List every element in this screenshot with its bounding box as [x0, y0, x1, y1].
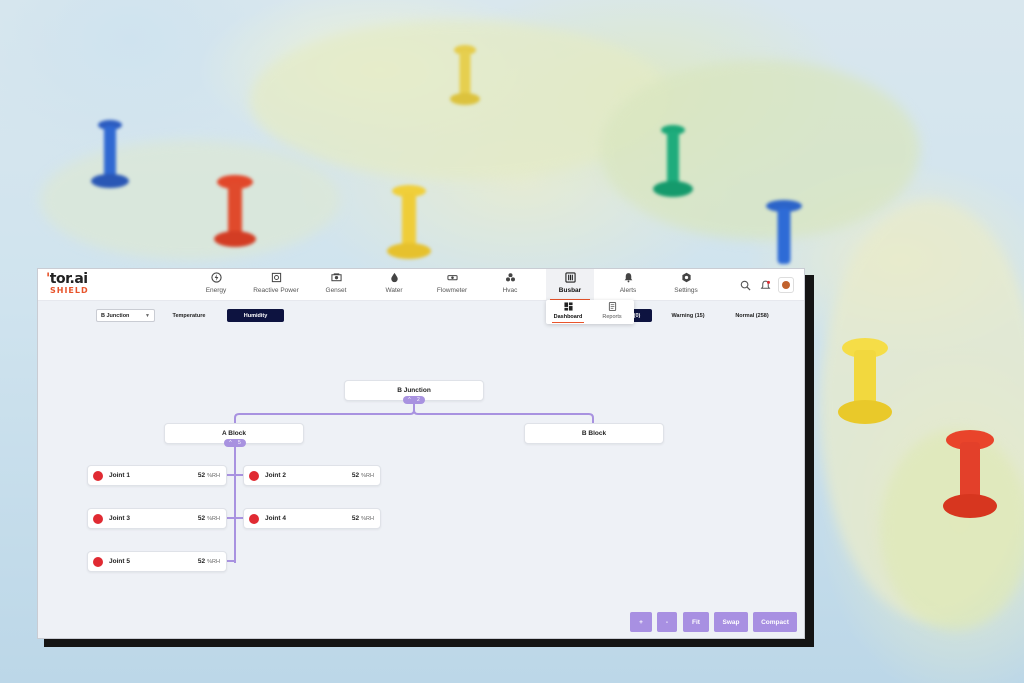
- brand-product: SHIELD: [50, 286, 89, 295]
- nav-label: Flowmeter: [436, 287, 468, 294]
- status-filter-normal[interactable]: Normal (258): [728, 309, 776, 322]
- yellow-pin: [836, 338, 894, 428]
- zoom-in-button[interactable]: +: [630, 612, 652, 632]
- nav-energy[interactable]: Energy: [198, 271, 234, 299]
- joint-reading: 52 %RH: [351, 472, 374, 479]
- reactive-power-icon: [271, 272, 281, 283]
- busbar-icon: [564, 272, 576, 283]
- collapse-toggle[interactable]: ^ 5: [224, 439, 246, 447]
- status-critical-dot: [93, 514, 103, 524]
- topbar-actions: [738, 276, 794, 294]
- nav-label: Hvac: [502, 287, 518, 294]
- tab-humidity[interactable]: Humidity: [227, 309, 284, 322]
- joint-reading: 52 %RH: [351, 515, 374, 522]
- status-critical-dot: [93, 557, 103, 567]
- joint-card[interactable]: Joint 4 52 %RH: [243, 508, 381, 529]
- brand-name: 'tor.ai: [46, 271, 88, 287]
- junction-select-value: B Junction: [101, 313, 130, 319]
- joint-reading: 52 %RH: [197, 558, 220, 565]
- joint-card[interactable]: Joint 5 52 %RH: [87, 551, 227, 572]
- dashboard-icon: [563, 302, 573, 311]
- nav-label: Settings: [674, 287, 698, 294]
- hvac-icon: [505, 273, 515, 282]
- status-critical-dot: [93, 471, 103, 481]
- brand-logo[interactable]: 'tor.ai SHIELD: [46, 272, 106, 298]
- nav-label: Busbar: [558, 287, 582, 294]
- node-label: A Block: [222, 430, 246, 437]
- yellow-pin: [385, 185, 433, 267]
- green-pin: [650, 125, 696, 203]
- genset-icon: [330, 273, 342, 282]
- dropdown-caret-icon: ▼: [145, 313, 150, 319]
- joint-name: Joint 2: [265, 472, 286, 479]
- chevron-up-icon: ^: [408, 397, 411, 403]
- blue-pin: [762, 200, 806, 275]
- reports-icon: [608, 302, 616, 311]
- nav-label: Genset: [325, 287, 347, 294]
- nav-alerts[interactable]: Alerts: [610, 271, 646, 299]
- flowmeter-icon: [446, 275, 458, 281]
- nav-label: Reactive Power: [253, 287, 299, 294]
- nav-busbar[interactable]: Busbar: [550, 271, 590, 301]
- red-pin: [212, 175, 258, 255]
- status-filter-warning[interactable]: Warning (15): [664, 309, 712, 322]
- submenu-reports[interactable]: Reports: [592, 302, 632, 320]
- red-pin: [940, 430, 1000, 522]
- energy-icon: [210, 272, 222, 283]
- joint-name: Joint 4: [265, 515, 286, 522]
- joint-card[interactable]: Joint 3 52 %RH: [87, 508, 227, 529]
- joint-reading: 52 %RH: [197, 472, 220, 479]
- settings-icon: [681, 272, 691, 283]
- submenu-label: Dashboard: [553, 314, 583, 320]
- submenu-dashboard[interactable]: Dashboard: [548, 302, 588, 323]
- avatar[interactable]: [778, 277, 794, 293]
- joint-name: Joint 1: [109, 472, 130, 479]
- nav-flowmeter[interactable]: Flowmeter: [432, 271, 472, 299]
- node-label: B Junction: [397, 387, 431, 394]
- nav-hvac[interactable]: Hvac: [494, 271, 526, 299]
- fit-button[interactable]: Fit: [683, 612, 709, 632]
- blue-pin: [88, 120, 132, 195]
- nav-reactive-power[interactable]: Reactive Power: [250, 271, 302, 299]
- status-critical-dot: [249, 514, 259, 524]
- child-count: 2: [416, 397, 420, 403]
- tree-node-b-block[interactable]: B Block: [524, 423, 664, 444]
- swap-button[interactable]: Swap: [714, 612, 748, 632]
- joint-reading: 52 %RH: [197, 515, 220, 522]
- water-drop-icon: [390, 272, 398, 283]
- tree-connectors: [227, 400, 594, 563]
- bell-icon: [624, 273, 632, 283]
- joint-card[interactable]: Joint 1 52 %RH: [87, 465, 227, 486]
- collapse-toggle[interactable]: ^ 2: [403, 396, 425, 404]
- busbar-submenu: Dashboard Reports: [546, 300, 634, 324]
- joint-name: Joint 5: [109, 558, 130, 565]
- nav-settings[interactable]: Settings: [668, 271, 704, 299]
- compact-button[interactable]: Compact: [753, 612, 797, 632]
- node-label: B Block: [581, 430, 607, 437]
- chevron-up-icon: ^: [229, 440, 232, 446]
- zoom-out-button[interactable]: -: [657, 612, 677, 632]
- nav-genset[interactable]: Genset: [318, 271, 354, 299]
- joint-card[interactable]: Joint 2 52 %RH: [243, 465, 381, 486]
- search-icon[interactable]: [738, 278, 752, 292]
- tab-temperature[interactable]: Temperature: [164, 309, 214, 322]
- notification-bell-icon[interactable]: [758, 278, 772, 292]
- app-window: 'tor.ai SHIELD Energy Reactive Power Gen…: [37, 268, 805, 639]
- junction-select[interactable]: B Junction ▼: [96, 309, 155, 322]
- nav-label: Alerts: [619, 287, 637, 294]
- status-critical-dot: [249, 471, 259, 481]
- nav-water[interactable]: Water: [376, 271, 412, 299]
- nav-label: Water: [385, 287, 403, 294]
- joint-name: Joint 3: [109, 515, 130, 522]
- top-navigation-bar: 'tor.ai SHIELD Energy Reactive Power Gen…: [38, 269, 804, 301]
- submenu-label: Reports: [602, 314, 622, 320]
- nav-label: Energy: [205, 287, 227, 294]
- yellow-pin: [448, 45, 482, 115]
- child-count: 5: [237, 440, 241, 446]
